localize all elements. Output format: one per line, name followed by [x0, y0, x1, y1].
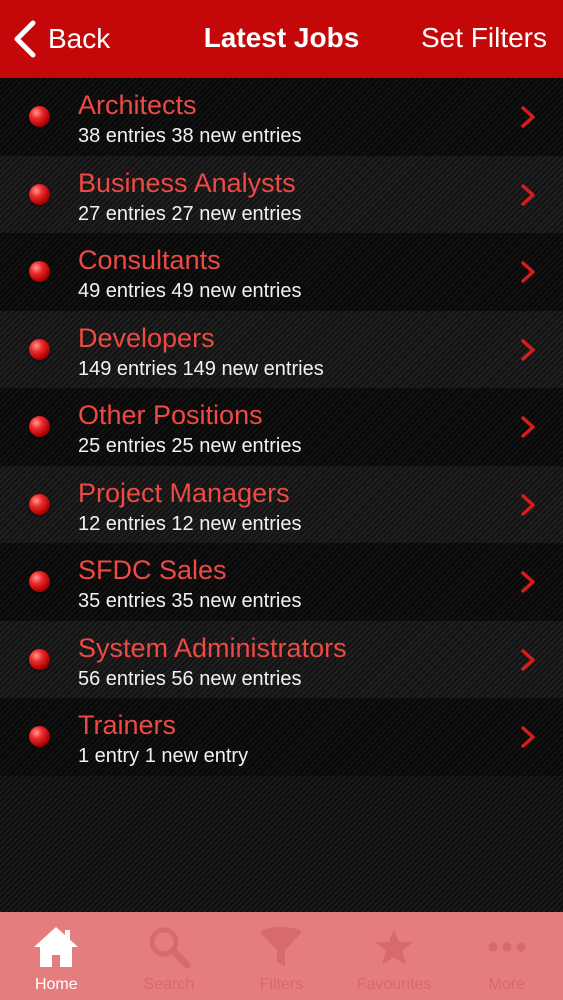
job-entry-count: 27 entries 27 new entries: [78, 202, 302, 225]
job-row-developers[interactable]: Developers 149 entries 149 new entries: [0, 311, 563, 389]
job-entry-count: 38 entries 38 new entries: [78, 125, 302, 147]
job-row-sfdc-sales[interactable]: SFDC Sales 35 entries 35 new entries: [0, 543, 563, 621]
job-entry-count: 1 entry 1 new entry: [78, 745, 249, 767]
job-row-consultants[interactable]: Consultants 49 entries 49 new entries: [0, 233, 563, 311]
tab-search[interactable]: Search: [113, 912, 226, 1000]
job-row-system-administrators[interactable]: System Administrators 56 entries 56 new …: [0, 621, 563, 699]
star-icon: [375, 929, 414, 965]
chevron-right-icon: [521, 493, 535, 516]
tab-home[interactable]: Home: [0, 912, 113, 1000]
search-icon: [149, 927, 191, 969]
job-category-title: SFDC Sales: [78, 555, 227, 585]
chevron-right-icon: [521, 416, 535, 438]
job-entry-count: 56 entries 56 new entries: [78, 667, 302, 690]
chevron-right-icon: [521, 106, 535, 128]
job-row-project-managers[interactable]: Project Managers 12 entries 12 new entri…: [0, 466, 563, 544]
job-row-architects[interactable]: Architects 38 entries 38 new entries: [0, 78, 563, 156]
bullet-dot-icon: [29, 183, 50, 205]
job-entry-count: 149 entries 149 new entries: [78, 357, 324, 380]
tab-label: Home: [34, 976, 78, 993]
bullet-dot-icon: [29, 493, 50, 515]
home-icon: [34, 927, 79, 967]
job-category-title: Project Managers: [78, 477, 290, 508]
chevron-right-icon: [521, 571, 535, 593]
job-category-title: Consultants: [78, 245, 221, 275]
bullet-dot-icon: [29, 338, 50, 360]
job-entry-count: 49 entries 49 new entries: [78, 280, 302, 302]
bullet-dot-icon: [29, 106, 50, 127]
bullet-dot-icon: [29, 571, 50, 592]
tab-label: Filters: [259, 976, 304, 993]
more-icon: [488, 942, 526, 952]
job-category-title: Developers: [78, 322, 215, 353]
filter-icon: [261, 927, 302, 966]
tab-favourites[interactable]: Favourites: [338, 912, 451, 1000]
job-row-business-analysts[interactable]: Business Analysts 27 entries 27 new entr…: [0, 156, 563, 234]
tab-label: Favourites: [356, 976, 432, 993]
tab-more[interactable]: More: [450, 912, 563, 1000]
chevron-right-icon: [521, 338, 535, 361]
set-filters-button[interactable]: Set Filters: [421, 22, 547, 54]
chevron-left-icon: [14, 20, 36, 58]
back-button[interactable]: Back: [12, 18, 110, 60]
tab-bar: Home Search Filters Favourites More: [0, 912, 563, 1000]
back-label: Back: [48, 23, 111, 54]
chevron-right-icon: [521, 648, 535, 671]
tab-label: More: [488, 976, 525, 993]
job-row-other-positions[interactable]: Other Positions 25 entries 25 new entrie…: [0, 388, 563, 466]
job-category-title: Architects: [78, 90, 197, 120]
job-category-title: Other Positions: [78, 400, 263, 430]
bullet-dot-icon: [29, 726, 50, 747]
job-category-title: Trainers: [78, 710, 177, 740]
job-row-trainers[interactable]: Trainers 1 entry 1 new entry: [0, 698, 563, 776]
chevron-right-icon: [521, 726, 535, 748]
tab-filters[interactable]: Filters: [225, 912, 338, 1000]
job-category-title: Business Analysts: [78, 167, 296, 198]
bullet-dot-icon: [29, 416, 50, 437]
job-entry-count: 25 entries 25 new entries: [78, 435, 302, 457]
job-entry-count: 12 entries 12 new entries: [78, 512, 302, 535]
chevron-right-icon: [521, 183, 535, 206]
chevron-right-icon: [521, 261, 535, 283]
job-category-title: System Administrators: [78, 632, 347, 663]
bullet-dot-icon: [29, 648, 50, 670]
tab-label: Search: [143, 976, 195, 993]
bullet-dot-icon: [29, 261, 50, 282]
navigation-bar: Back Latest Jobs Set Filters: [0, 0, 563, 78]
job-category-list: Architects 38 entries 38 new entries Bus…: [0, 78, 563, 776]
job-entry-count: 35 entries 35 new entries: [78, 590, 302, 612]
